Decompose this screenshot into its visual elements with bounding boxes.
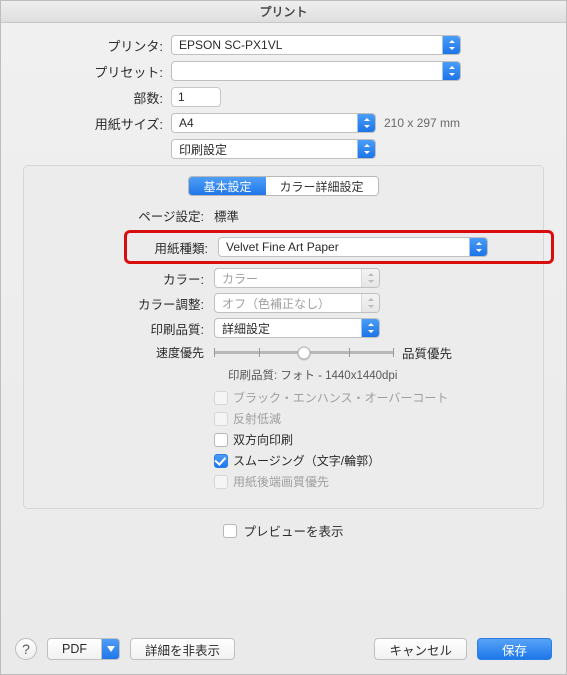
tab-segment: 基本設定 カラー詳細設定 <box>188 176 378 196</box>
coloradj-popup: オフ（色補正なし） <box>214 293 380 313</box>
preset-label: プリセット: <box>19 62 171 81</box>
checkbox-preview[interactable] <box>223 524 237 538</box>
chevron-updown-icon <box>469 238 487 256</box>
preview-label: プレビューを表示 <box>243 521 343 540</box>
chevron-updown-icon <box>357 114 375 132</box>
dpi-text: 印刷品質: フォト - 1440x1440dpi <box>34 367 533 383</box>
section-value: 印刷設定 <box>179 141 227 158</box>
media-value: Velvet Fine Art Paper <box>226 240 339 254</box>
checkbox-smoothing[interactable]: スムージング（文字/輪郭） <box>34 452 533 469</box>
quality-slider[interactable] <box>214 345 394 361</box>
save-button[interactable]: 保存 <box>477 638 552 660</box>
papersize-popup[interactable]: A4 <box>171 113 376 133</box>
checkbox-reflection: 反射低減 <box>34 410 533 427</box>
checkbox-black-enhance: ブラック・エンハンス・オーバーコート <box>34 389 533 406</box>
page-setting-value: 標準 <box>214 206 533 225</box>
papersize-label: 用紙サイズ: <box>19 114 171 133</box>
color-value: カラー <box>222 270 258 287</box>
hide-details-button[interactable]: 詳細を非表示 <box>130 638 235 660</box>
speed-label: 速度優先 <box>34 344 214 361</box>
coloradj-value: オフ（色補正なし） <box>222 295 330 312</box>
preset-popup[interactable] <box>171 61 461 81</box>
chevron-updown-icon <box>361 269 379 287</box>
settings-panel: 基本設定 カラー詳細設定 ページ設定: 標準 用紙種類: Velvet Fine… <box>23 165 544 509</box>
color-label: カラー: <box>34 269 214 288</box>
chevron-updown-icon <box>442 62 460 80</box>
window-title: プリント <box>1 1 566 23</box>
page-setting-label: ページ設定: <box>34 206 214 225</box>
tab-color-detail[interactable]: カラー詳細設定 <box>266 177 378 195</box>
quality-right-label: 品質優先 <box>402 343 452 362</box>
cancel-button[interactable]: キャンセル <box>374 638 467 660</box>
media-label: 用紙種類: <box>131 238 218 257</box>
pdf-menu[interactable]: PDF <box>47 638 120 660</box>
color-popup: カラー <box>214 268 380 288</box>
chevron-updown-icon <box>361 294 379 312</box>
copies-input[interactable]: 1 <box>171 87 221 107</box>
section-popup[interactable]: 印刷設定 <box>171 139 376 159</box>
quality-label: 印刷品質: <box>34 319 214 338</box>
chevron-updown-icon <box>357 140 375 158</box>
checkbox-trailing-edge: 用紙後端画質優先 <box>34 473 533 490</box>
quality-value: 詳細設定 <box>222 320 270 337</box>
printer-value: EPSON SC-PX1VL <box>179 38 282 52</box>
chevron-updown-icon <box>442 36 460 54</box>
dialog-footer: ? PDF 詳細を非表示 キャンセル 保存 <box>1 628 566 674</box>
quality-popup[interactable]: 詳細設定 <box>214 318 380 338</box>
help-button[interactable]: ? <box>15 638 37 660</box>
printer-popup[interactable]: EPSON SC-PX1VL <box>171 35 461 55</box>
paper-dimensions: 210 x 297 mm <box>384 116 460 130</box>
papersize-value: A4 <box>179 116 194 130</box>
chevron-updown-icon <box>361 319 379 337</box>
print-dialog: プリント プリンタ: EPSON SC-PX1VL プリセット: <box>0 0 567 675</box>
tab-basic[interactable]: 基本設定 <box>189 177 265 195</box>
coloradj-label: カラー調整: <box>34 294 214 313</box>
chevron-down-icon <box>102 638 120 660</box>
media-highlight: 用紙種類: Velvet Fine Art Paper <box>124 230 554 264</box>
printer-label: プリンタ: <box>19 36 171 55</box>
copies-label: 部数: <box>19 88 171 107</box>
media-popup[interactable]: Velvet Fine Art Paper <box>218 237 488 257</box>
checkbox-bidirectional[interactable]: 双方向印刷 <box>34 431 533 448</box>
